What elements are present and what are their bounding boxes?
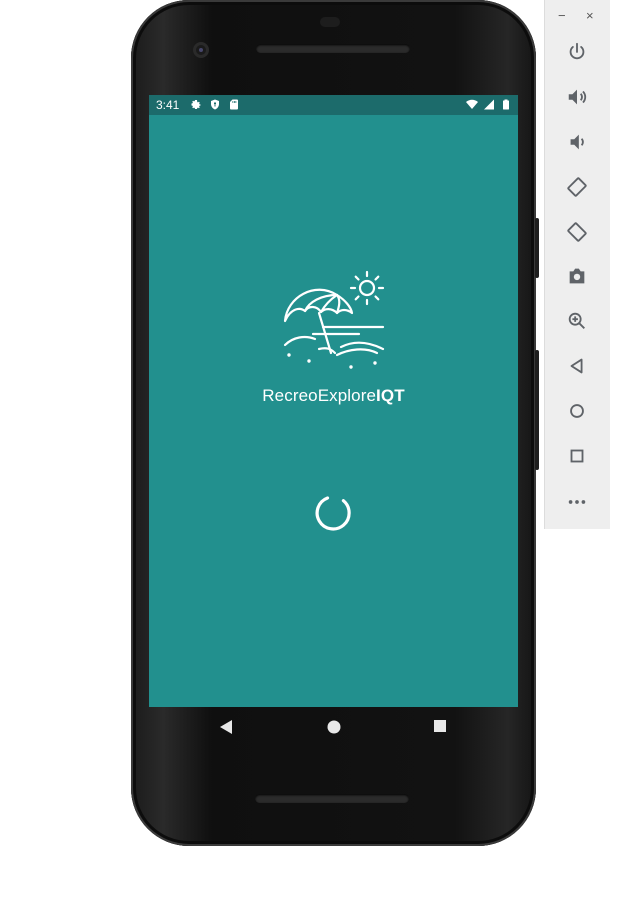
zoom-icon [568, 312, 585, 329]
phone-side-button [535, 218, 539, 278]
settings-icon [191, 100, 201, 109]
circle-home-icon [570, 404, 584, 418]
rotate-left-icon [567, 177, 587, 197]
minimize-button[interactable]: − [558, 8, 566, 23]
emu-overview-button[interactable] [565, 444, 589, 468]
rotate-left-button[interactable] [565, 175, 589, 199]
volume-up-icon [568, 89, 587, 105]
bottom-speaker [255, 794, 409, 803]
shield-icon [211, 99, 219, 110]
rotate-right-button[interactable] [565, 220, 589, 244]
emulator-window: 3:41 RecreoExploreIQT − × [0, 0, 641, 924]
volume-up-button[interactable] [565, 85, 589, 109]
loading-spinner [315, 496, 351, 531]
status-time: 3:41 [156, 98, 180, 112]
battery-icon [503, 99, 509, 110]
emu-home-button[interactable] [565, 399, 589, 423]
phone-volume-rocker [535, 350, 539, 470]
cell-signal-icon [484, 99, 494, 110]
app-title: RecreoExploreIQT [262, 386, 405, 405]
triangle-back-icon [570, 358, 583, 374]
volume-down-icon [570, 134, 584, 150]
proximity-sensor [320, 17, 340, 27]
earpiece-speaker [256, 44, 410, 53]
status-bar: 3:41 [149, 95, 518, 115]
navigation-bar [149, 707, 518, 751]
zoom-button[interactable] [565, 309, 589, 333]
more-button[interactable] [565, 490, 589, 514]
volume-down-button[interactable] [565, 130, 589, 154]
power-icon [569, 42, 585, 60]
screenshot-button[interactable] [565, 264, 589, 288]
square-overview-icon [570, 449, 584, 463]
recents-icon[interactable] [433, 719, 447, 733]
front-camera [193, 42, 209, 58]
more-dots-icon [568, 500, 586, 504]
wifi-icon [466, 99, 478, 109]
camera-icon [569, 268, 585, 284]
rotate-right-icon [567, 222, 587, 242]
close-button[interactable]: × [586, 8, 594, 23]
back-icon[interactable] [219, 719, 233, 735]
sd-card-icon [230, 99, 238, 110]
beach-umbrella-sun-icon [283, 270, 385, 369]
power-button[interactable] [565, 40, 589, 64]
home-icon[interactable] [326, 719, 342, 735]
emulator-toolbar: − × [544, 0, 610, 529]
emu-back-button[interactable] [565, 354, 589, 378]
app-screen: 3:41 RecreoExploreIQT [149, 95, 518, 707]
